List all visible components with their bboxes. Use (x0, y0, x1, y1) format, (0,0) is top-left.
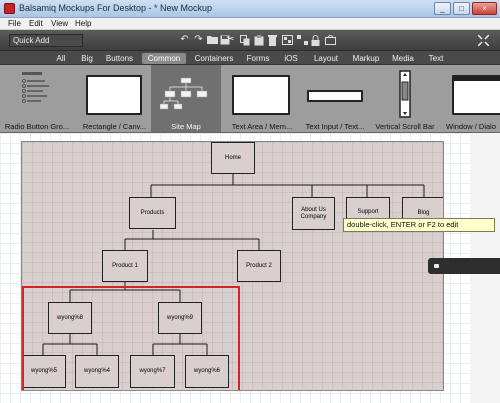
quick-add-input[interactable] (9, 34, 83, 47)
sitemap-node-products[interactable]: Products (129, 197, 176, 229)
sitemap-node-about[interactable]: About Us Company (292, 197, 335, 230)
ui-library-shelf: Radio Button Gro... Rectangle / Canv... … (0, 65, 500, 133)
menu-bar: File Edit View Help (0, 18, 500, 30)
library-item-text-area[interactable]: Text Area / Mem... (226, 65, 298, 132)
menu-file[interactable]: File (8, 19, 21, 28)
sitemap-node-product-2[interactable]: Product 2 (237, 250, 281, 282)
sitemap-node-home[interactable]: Home (211, 142, 255, 174)
undo-icon[interactable]: ↶ (179, 34, 190, 46)
menu-help[interactable]: Help (75, 19, 91, 28)
cut-icon[interactable]: ✂ (225, 34, 236, 46)
window-thumbnail (452, 75, 500, 115)
close-button[interactable]: × (472, 2, 497, 15)
fullscreen-icon[interactable] (478, 34, 489, 46)
tab-common[interactable]: Common (142, 53, 186, 64)
library-item-site-map[interactable]: Site Map (151, 65, 221, 132)
title-bar: Balsamiq Mockups For Desktop - * New Moc… (0, 0, 500, 18)
text-input-thumbnail (307, 90, 363, 102)
menu-edit[interactable]: Edit (29, 19, 43, 28)
library-item-window-dialog[interactable]: Window / Dialo (444, 65, 500, 132)
open-folder-icon[interactable] (207, 34, 218, 46)
menu-view[interactable]: View (51, 19, 68, 28)
canvas[interactable]: Home Products About Us Company Support B… (0, 133, 500, 403)
library-item-label: Text Area / Mem... (231, 122, 293, 131)
redo-icon[interactable]: ↷ (193, 34, 204, 46)
toolbar: ↶ ↷ ✂ (0, 30, 500, 51)
library-item-radio-button-group[interactable]: Radio Button Gro... (0, 65, 74, 132)
group-icon[interactable] (282, 34, 293, 46)
tab-markup[interactable]: Markup (349, 53, 383, 64)
library-item-text-input[interactable]: Text Input / Text... (301, 65, 369, 132)
site-map-mockup[interactable]: Home Products About Us Company Support B… (21, 141, 444, 391)
delete-icon[interactable] (268, 34, 279, 46)
library-item-label: Rectangle / Canv... (82, 122, 147, 131)
lock-icon[interactable] (311, 34, 322, 46)
copy-icon[interactable] (240, 34, 251, 46)
library-item-vertical-scroll-bar[interactable]: Vertical Scroll Bar (370, 65, 440, 132)
app-logo-icon (4, 3, 15, 14)
library-item-label: Window / Dialo (446, 122, 497, 131)
radio-group-thumbnail (22, 72, 49, 103)
property-inspector-collapsed[interactable] (428, 258, 500, 274)
tab-ios[interactable]: iOS (281, 53, 301, 64)
selection-highlight (22, 286, 240, 390)
rectangle-thumbnail (86, 75, 142, 115)
library-tabs: All Big Buttons Common Containers Forms … (0, 51, 500, 65)
inspector-handle-icon[interactable] (434, 264, 439, 268)
sitemap-node-product-1[interactable]: Product 1 (102, 250, 148, 282)
edit-tooltip: double-click, ENTER or F2 to edit (343, 218, 495, 232)
site-map-thumbnail (160, 77, 208, 110)
library-item-label: Vertical Scroll Bar (375, 122, 435, 131)
tab-text[interactable]: Text (424, 53, 448, 64)
minimize-button[interactable]: _ (434, 2, 451, 15)
window-title: Balsamiq Mockups For Desktop - * New Moc… (19, 3, 213, 13)
tab-containers[interactable]: Containers (193, 53, 235, 64)
library-item-rectangle[interactable]: Rectangle / Canv... (78, 65, 151, 132)
tab-all[interactable]: All (52, 53, 70, 64)
tab-big[interactable]: Big (78, 53, 96, 64)
tab-forms[interactable]: Forms (243, 53, 273, 64)
library-item-label: Site Map (171, 122, 201, 131)
library-item-label: Text Input / Text... (305, 122, 365, 131)
paste-icon[interactable] (254, 34, 265, 46)
link-icon[interactable] (325, 34, 336, 46)
ungroup-icon[interactable] (297, 34, 308, 46)
library-item-label: Radio Button Gro... (4, 122, 70, 131)
maximize-button[interactable]: □ (453, 2, 470, 15)
text-area-thumbnail (232, 75, 290, 115)
tab-media[interactable]: Media (388, 53, 418, 64)
tab-buttons[interactable]: Buttons (104, 53, 135, 64)
tab-layout[interactable]: Layout (309, 53, 343, 64)
vertical-scroll-bar-thumbnail (399, 70, 411, 118)
